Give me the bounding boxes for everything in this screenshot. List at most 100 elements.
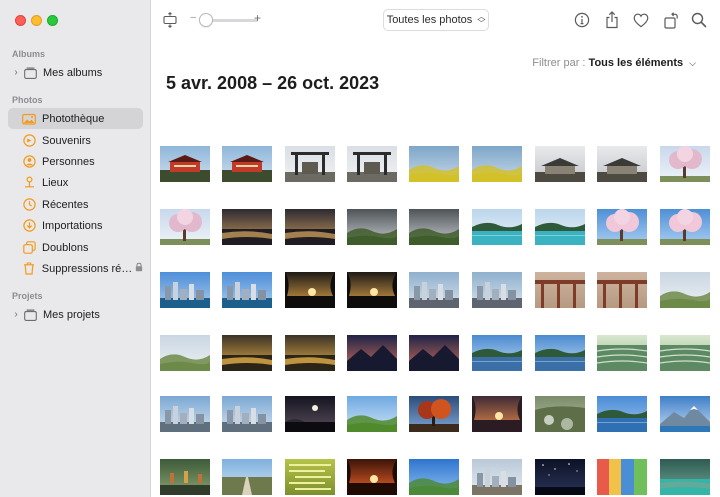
sidebar-item-label: Doublons — [42, 241, 89, 254]
view-select-label: Toutes les photos — [386, 14, 473, 26]
photo-thumbnail[interactable] — [160, 335, 210, 371]
photo-thumbnail[interactable] — [222, 459, 272, 495]
photo-thumbnail[interactable] — [472, 396, 522, 432]
sidebar-item-label: Personnes — [42, 155, 95, 168]
photo-thumbnail[interactable] — [285, 459, 335, 495]
photo-thumbnail[interactable] — [535, 396, 585, 432]
photo-thumbnail[interactable] — [597, 459, 647, 495]
photo-thumbnail[interactable] — [660, 209, 710, 245]
photo-thumbnail[interactable] — [409, 459, 459, 495]
map-pin-icon — [22, 176, 36, 190]
photo-thumbnail[interactable] — [472, 272, 522, 308]
photo-thumbnail[interactable] — [160, 146, 210, 182]
sidebar-item-label: Suppressions ré… — [41, 262, 131, 275]
photo-thumbnail[interactable] — [535, 459, 585, 495]
search-icon[interactable] — [689, 10, 709, 30]
photo-thumbnail[interactable] — [409, 146, 459, 182]
photo-thumbnail[interactable] — [222, 146, 272, 182]
photo-thumbnail[interactable] — [222, 209, 272, 245]
section-albums-title: Albums — [12, 49, 46, 59]
zoom-in-button[interactable]: + — [254, 11, 261, 25]
photo-thumbnail[interactable] — [472, 335, 522, 371]
sidebar-item-phototheque[interactable]: Photothèque — [8, 108, 143, 129]
sidebar-item-suppressions-recentes[interactable]: Suppressions ré… — [8, 258, 143, 279]
zoom-window-button[interactable] — [47, 15, 58, 26]
sidebar-item-label: Lieux — [42, 176, 69, 189]
aspect-toggle-icon[interactable] — [160, 10, 180, 30]
favorite-heart-icon[interactable] — [631, 10, 651, 30]
photo-thumbnail[interactable] — [660, 146, 710, 182]
photo-thumbnail[interactable] — [597, 335, 647, 371]
section-photos-title: Photos — [12, 95, 43, 105]
zoom-slider-knob[interactable] — [199, 13, 213, 27]
photo-thumbnail[interactable] — [472, 209, 522, 245]
photo-thumbnail[interactable] — [597, 146, 647, 182]
photo-thumbnail[interactable] — [535, 272, 585, 308]
sidebar-item-importations[interactable]: Importations — [8, 215, 143, 236]
photo-thumbnail[interactable] — [160, 272, 210, 308]
sidebar-item-souvenirs[interactable]: Souvenirs — [8, 130, 143, 151]
zoom-out-button[interactable]: − — [190, 12, 196, 24]
photo-thumbnail[interactable] — [597, 209, 647, 245]
view-select[interactable]: Toutes les photos ︿ ﹀ — [383, 9, 489, 31]
sidebar-item-personnes[interactable]: Personnes — [8, 151, 143, 172]
photo-thumbnail[interactable] — [160, 396, 210, 432]
sidebar-item-lieux[interactable]: Lieux — [8, 172, 143, 193]
sidebar-item-recentes[interactable]: Récentes — [8, 194, 143, 215]
sidebar-item-mes-projets[interactable]: › Mes projets — [8, 304, 143, 325]
photo-thumbnail[interactable] — [347, 459, 397, 495]
sidebar-item-label: Souvenirs — [42, 134, 91, 147]
photos-window: Albums › Mes albums Photos Photothèque S… — [0, 0, 720, 497]
photo-thumbnail[interactable] — [472, 146, 522, 182]
photo-thumbnail[interactable] — [222, 396, 272, 432]
photo-thumbnail[interactable] — [160, 459, 210, 495]
rotate-icon[interactable] — [661, 10, 681, 30]
photo-thumbnail[interactable] — [660, 335, 710, 371]
sidebar: Albums › Mes albums Photos Photothèque S… — [0, 0, 151, 497]
photo-thumbnail[interactable] — [285, 272, 335, 308]
photo-thumbnail[interactable] — [597, 272, 647, 308]
photo-thumbnail[interactable] — [347, 272, 397, 308]
photo-thumbnail[interactable] — [535, 209, 585, 245]
photo-thumbnail[interactable] — [535, 146, 585, 182]
photo-thumbnail[interactable] — [285, 396, 335, 432]
photo-thumbnail[interactable] — [285, 335, 335, 371]
info-icon[interactable] — [572, 10, 592, 30]
sidebar-item-mes-albums[interactable]: › Mes albums — [8, 62, 143, 83]
chevron-updown-icon: ︿ ﹀ — [477, 12, 486, 28]
photo-thumbnail[interactable] — [160, 209, 210, 245]
share-icon[interactable] — [602, 10, 622, 30]
photo-thumbnail[interactable] — [409, 335, 459, 371]
import-icon — [22, 219, 36, 233]
photo-thumbnail[interactable] — [347, 335, 397, 371]
memories-icon — [22, 134, 36, 148]
photo-thumbnail[interactable] — [347, 396, 397, 432]
section-projets-title: Projets — [12, 291, 43, 301]
photo-thumbnail[interactable] — [285, 209, 335, 245]
chevron-right-icon[interactable]: › — [9, 309, 23, 320]
sidebar-item-label: Photothèque — [42, 112, 105, 125]
photo-thumbnail[interactable] — [660, 459, 710, 495]
sidebar-item-doublons[interactable]: Doublons — [8, 237, 143, 258]
photo-thumbnail[interactable] — [660, 396, 710, 432]
photo-thumbnail[interactable] — [285, 146, 335, 182]
photo-thumbnail[interactable] — [347, 209, 397, 245]
photo-thumbnail[interactable] — [472, 459, 522, 495]
sidebar-item-label: Mes projets — [43, 308, 100, 321]
photo-thumbnail[interactable] — [409, 272, 459, 308]
photo-thumbnail[interactable] — [409, 396, 459, 432]
minimize-window-button[interactable] — [31, 15, 42, 26]
toolbar: − + Toutes les photos ︿ ﹀ — [151, 0, 720, 40]
trash-icon — [22, 262, 36, 276]
photo-thumbnail[interactable] — [597, 396, 647, 432]
chevron-right-icon[interactable]: › — [9, 67, 23, 78]
photo-thumbnail[interactable] — [409, 209, 459, 245]
photo-thumbnail[interactable] — [347, 146, 397, 182]
clock-icon — [22, 198, 36, 212]
photo-thumbnail[interactable] — [660, 272, 710, 308]
close-window-button[interactable] — [15, 15, 26, 26]
photo-grid — [151, 40, 720, 497]
photo-thumbnail[interactable] — [222, 272, 272, 308]
photo-thumbnail[interactable] — [535, 335, 585, 371]
photo-thumbnail[interactable] — [222, 335, 272, 371]
